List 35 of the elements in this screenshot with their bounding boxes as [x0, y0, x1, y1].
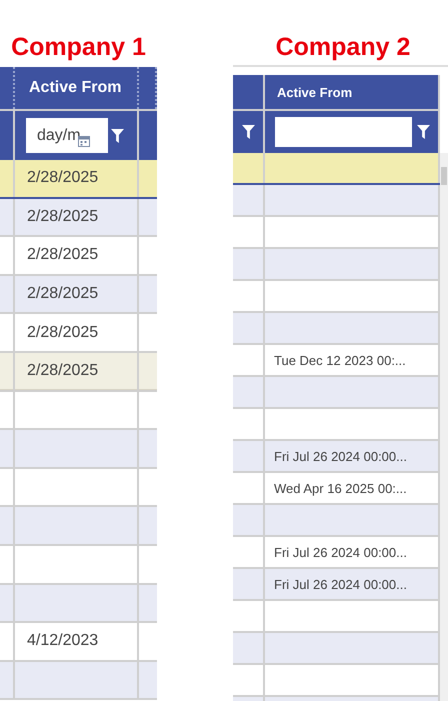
table-cell-text: Wed Apr 16 2025 00:...: [273, 480, 407, 496]
filter-field[interactable]: day/m: [26, 118, 108, 153]
table-row[interactable]: Wed Apr 16 2025 00:...: [233, 473, 440, 505]
filter-icon[interactable]: [111, 128, 124, 142]
table-cell-text: Fri Jul 26 2024 00:00...: [273, 544, 407, 560]
table-row[interactable]: 2/28/2025: [0, 314, 157, 353]
table-cell-text: 4/12/2023: [26, 632, 98, 650]
table-cell-text: Fri Jul 26 2024 00:00...: [273, 448, 407, 464]
calendar-icon[interactable]: [78, 134, 90, 146]
grid-title: Company 2: [274, 33, 412, 63]
scroll-thumb[interactable]: [441, 167, 447, 185]
table-cell-text: Fri Jul 26 2024 00:00...: [273, 576, 407, 592]
table-row[interactable]: 2/28/2025: [0, 276, 157, 314]
grid-title: Company 1: [10, 33, 147, 63]
scrollbar[interactable]: [440, 153, 448, 701]
table-row[interactable]: [233, 153, 440, 185]
table-row[interactable]: Fri Jul 26 2024 00:00...: [233, 441, 440, 473]
table-cell-text: 2/28/2025: [26, 208, 98, 226]
table-row[interactable]: 4/12/2023: [0, 623, 157, 662]
table-cell-text: 2/28/2025: [26, 362, 98, 380]
table-row[interactable]: 2/28/2025: [0, 198, 157, 238]
table-row[interactable]: Tue Dec 12 2023 00:...: [233, 345, 440, 377]
table-row[interactable]: Fri Jul 26 2024 00:00...: [233, 569, 440, 601]
table-cell-text: 2/28/2025: [26, 246, 98, 264]
filter-icon[interactable]: [242, 125, 254, 139]
table-cell-text: 2/28/2025: [26, 324, 98, 342]
filter-icon[interactable]: [417, 125, 430, 139]
filter-field[interactable]: [275, 117, 412, 147]
table-row[interactable]: 2/28/2025: [0, 352, 157, 392]
table-cell-text: 2/28/2025: [26, 169, 98, 188]
table-row[interactable]: Fri Jul 26 2024 00:00...: [233, 537, 440, 569]
table-cell-text: Tue Dec 12 2023 00:...: [273, 352, 406, 368]
table-row[interactable]: 2/28/2025: [0, 237, 157, 276]
table-cell-text: 2/28/2025: [26, 285, 98, 304]
table-row[interactable]: 2/28/2025: [0, 160, 157, 199]
